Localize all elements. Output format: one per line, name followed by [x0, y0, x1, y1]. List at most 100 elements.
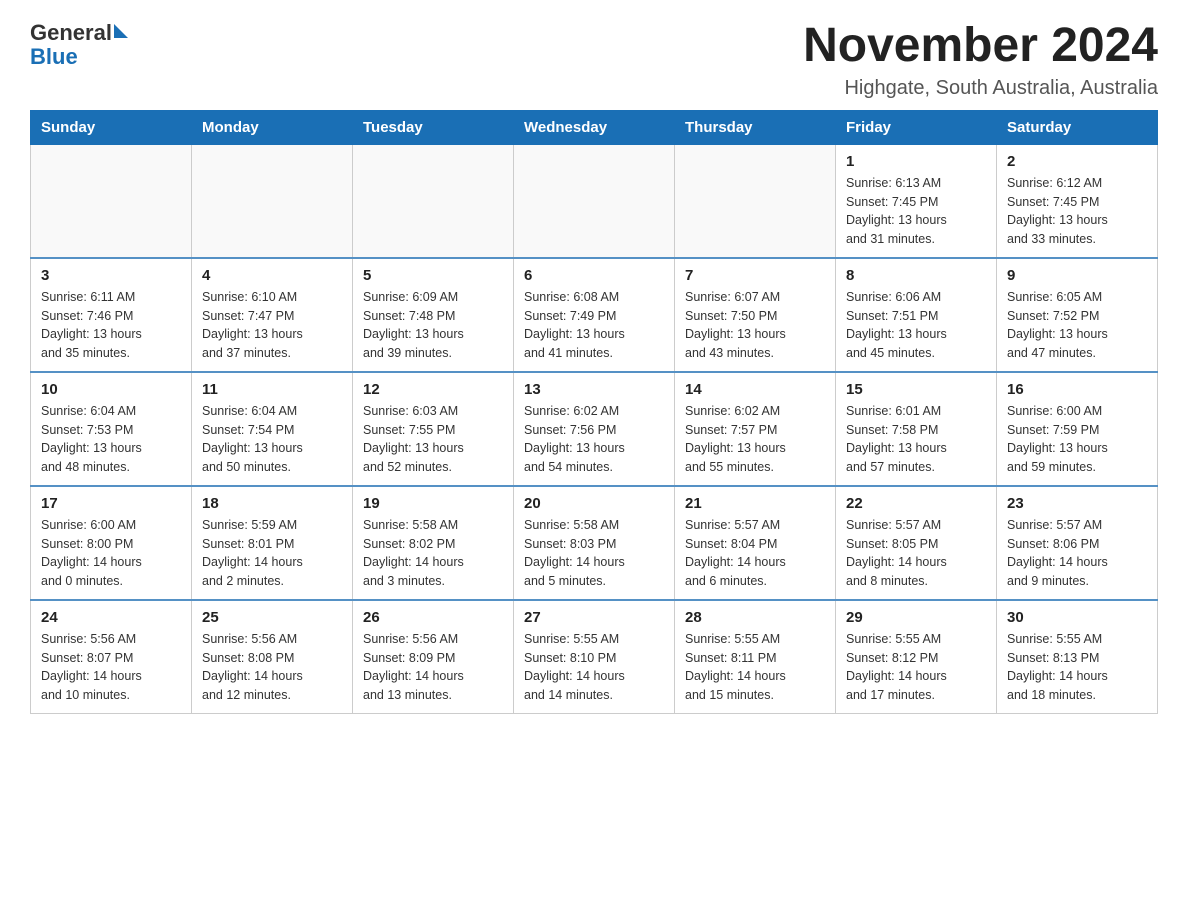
day-number: 7: [685, 267, 825, 284]
day-info: Sunrise: 5:56 AM Sunset: 8:09 PM Dayligh…: [363, 630, 503, 705]
calendar-cell: 18 Sunrise: 5:59 AM Sunset: 8:01 PM Dayli…: [192, 486, 353, 600]
day-number: 11: [202, 381, 342, 398]
day-info: Sunrise: 5:57 AM Sunset: 8:06 PM Dayligh…: [1007, 516, 1147, 591]
header-saturday: Saturday: [997, 110, 1158, 144]
calendar-cell: [514, 144, 675, 258]
calendar-cell: 7 Sunrise: 6:07 AM Sunset: 7:50 PM Daylig…: [675, 258, 836, 372]
calendar-subtitle: Highgate, South Australia, Australia: [803, 77, 1158, 100]
day-info: Sunrise: 6:00 AM Sunset: 7:59 PM Dayligh…: [1007, 402, 1147, 477]
week-row-4: 24Sunrise: 5:56 AM Sunset: 8:07 PM Dayli…: [31, 600, 1158, 714]
week-row-0: 1 Sunrise: 6:13 AM Sunset: 7:45 PM Daylig…: [31, 144, 1158, 258]
calendar-cell: 8 Sunrise: 6:06 AM Sunset: 7:51 PM Daylig…: [836, 258, 997, 372]
day-info: Sunrise: 5:59 AM Sunset: 8:01 PM Dayligh…: [202, 516, 342, 591]
day-number: 8: [846, 267, 986, 284]
page-header: General Blue November 2024 Highgate, Sou…: [30, 20, 1158, 100]
day-number: 6: [524, 267, 664, 284]
day-info: Sunrise: 5:55 AM Sunset: 8:10 PM Dayligh…: [524, 630, 664, 705]
calendar-cell: 25Sunrise: 5:56 AM Sunset: 8:08 PM Dayli…: [192, 600, 353, 714]
day-info: Sunrise: 5:57 AM Sunset: 8:04 PM Dayligh…: [685, 516, 825, 591]
day-info: Sunrise: 6:09 AM Sunset: 7:48 PM Dayligh…: [363, 288, 503, 363]
day-info: Sunrise: 6:02 AM Sunset: 7:56 PM Dayligh…: [524, 402, 664, 477]
day-info: Sunrise: 6:04 AM Sunset: 7:54 PM Dayligh…: [202, 402, 342, 477]
calendar-cell: 17Sunrise: 6:00 AM Sunset: 8:00 PM Dayli…: [31, 486, 192, 600]
day-info: Sunrise: 5:58 AM Sunset: 8:02 PM Dayligh…: [363, 516, 503, 591]
calendar-cell: [675, 144, 836, 258]
day-info: Sunrise: 6:01 AM Sunset: 7:58 PM Dayligh…: [846, 402, 986, 477]
day-number: 2: [1007, 153, 1147, 170]
calendar-cell: 16 Sunrise: 6:00 AM Sunset: 7:59 PM Dayli…: [997, 372, 1158, 486]
calendar-cell: 9 Sunrise: 6:05 AM Sunset: 7:52 PM Daylig…: [997, 258, 1158, 372]
header-friday: Friday: [836, 110, 997, 144]
day-info: Sunrise: 6:05 AM Sunset: 7:52 PM Dayligh…: [1007, 288, 1147, 363]
day-number: 1: [846, 153, 986, 170]
week-row-2: 10 Sunrise: 6:04 AM Sunset: 7:53 PM Dayli…: [31, 372, 1158, 486]
header-tuesday: Tuesday: [353, 110, 514, 144]
week-row-3: 17Sunrise: 6:00 AM Sunset: 8:00 PM Dayli…: [31, 486, 1158, 600]
calendar-cell: 23Sunrise: 5:57 AM Sunset: 8:06 PM Dayli…: [997, 486, 1158, 600]
calendar-cell: 19 Sunrise: 5:58 AM Sunset: 8:02 PM Dayli…: [353, 486, 514, 600]
day-info: Sunrise: 5:58 AM Sunset: 8:03 PM Dayligh…: [524, 516, 664, 591]
calendar-cell: 15 Sunrise: 6:01 AM Sunset: 7:58 PM Dayli…: [836, 372, 997, 486]
day-info: Sunrise: 6:10 AM Sunset: 7:47 PM Dayligh…: [202, 288, 342, 363]
day-number: 22: [846, 495, 986, 512]
day-number: 20: [524, 495, 664, 512]
calendar-cell: 11 Sunrise: 6:04 AM Sunset: 7:54 PM Dayli…: [192, 372, 353, 486]
week-row-1: 3 Sunrise: 6:11 AM Sunset: 7:46 PM Daylig…: [31, 258, 1158, 372]
day-number: 24: [41, 609, 181, 626]
logo-triangle-icon: [114, 24, 128, 38]
day-number: 26: [363, 609, 503, 626]
day-number: 25: [202, 609, 342, 626]
calendar-cell: 27 Sunrise: 5:55 AM Sunset: 8:10 PM Dayli…: [514, 600, 675, 714]
calendar-cell: 12Sunrise: 6:03 AM Sunset: 7:55 PM Dayli…: [353, 372, 514, 486]
calendar-cell: 6 Sunrise: 6:08 AM Sunset: 7:49 PM Daylig…: [514, 258, 675, 372]
calendar-cell: [353, 144, 514, 258]
header-row: SundayMondayTuesdayWednesdayThursdayFrid…: [31, 110, 1158, 144]
calendar-cell: 5 Sunrise: 6:09 AM Sunset: 7:48 PM Daylig…: [353, 258, 514, 372]
day-info: Sunrise: 6:07 AM Sunset: 7:50 PM Dayligh…: [685, 288, 825, 363]
calendar-cell: [192, 144, 353, 258]
day-number: 14: [685, 381, 825, 398]
day-number: 17: [41, 495, 181, 512]
calendar-title: November 2024: [803, 20, 1158, 73]
day-info: Sunrise: 5:55 AM Sunset: 8:13 PM Dayligh…: [1007, 630, 1147, 705]
day-number: 28: [685, 609, 825, 626]
day-info: Sunrise: 6:06 AM Sunset: 7:51 PM Dayligh…: [846, 288, 986, 363]
day-number: 4: [202, 267, 342, 284]
logo: General Blue: [30, 20, 128, 70]
day-number: 3: [41, 267, 181, 284]
day-number: 13: [524, 381, 664, 398]
day-info: Sunrise: 6:11 AM Sunset: 7:46 PM Dayligh…: [41, 288, 181, 363]
calendar-cell: 30Sunrise: 5:55 AM Sunset: 8:13 PM Dayli…: [997, 600, 1158, 714]
calendar-cell: 13 Sunrise: 6:02 AM Sunset: 7:56 PM Dayli…: [514, 372, 675, 486]
day-info: Sunrise: 6:03 AM Sunset: 7:55 PM Dayligh…: [363, 402, 503, 477]
logo-blue-text: Blue: [30, 44, 78, 70]
calendar-cell: 4 Sunrise: 6:10 AM Sunset: 7:47 PM Daylig…: [192, 258, 353, 372]
day-number: 15: [846, 381, 986, 398]
day-number: 5: [363, 267, 503, 284]
day-info: Sunrise: 6:08 AM Sunset: 7:49 PM Dayligh…: [524, 288, 664, 363]
day-number: 9: [1007, 267, 1147, 284]
day-number: 16: [1007, 381, 1147, 398]
day-number: 27: [524, 609, 664, 626]
header-thursday: Thursday: [675, 110, 836, 144]
day-info: Sunrise: 6:12 AM Sunset: 7:45 PM Dayligh…: [1007, 174, 1147, 249]
calendar-cell: 10 Sunrise: 6:04 AM Sunset: 7:53 PM Dayli…: [31, 372, 192, 486]
day-number: 18: [202, 495, 342, 512]
day-number: 19: [363, 495, 503, 512]
day-info: Sunrise: 6:04 AM Sunset: 7:53 PM Dayligh…: [41, 402, 181, 477]
calendar-table: SundayMondayTuesdayWednesdayThursdayFrid…: [30, 110, 1158, 714]
calendar-cell: 22 Sunrise: 5:57 AM Sunset: 8:05 PM Dayli…: [836, 486, 997, 600]
day-info: Sunrise: 6:13 AM Sunset: 7:45 PM Dayligh…: [846, 174, 986, 249]
calendar-cell: 26 Sunrise: 5:56 AM Sunset: 8:09 PM Dayli…: [353, 600, 514, 714]
day-info: Sunrise: 5:55 AM Sunset: 8:12 PM Dayligh…: [846, 630, 986, 705]
day-number: 10: [41, 381, 181, 398]
day-number: 29: [846, 609, 986, 626]
logo-general-text: General: [30, 20, 112, 46]
day-info: Sunrise: 6:02 AM Sunset: 7:57 PM Dayligh…: [685, 402, 825, 477]
day-info: Sunrise: 5:57 AM Sunset: 8:05 PM Dayligh…: [846, 516, 986, 591]
calendar-cell: 14 Sunrise: 6:02 AM Sunset: 7:57 PM Dayli…: [675, 372, 836, 486]
calendar-cell: 24Sunrise: 5:56 AM Sunset: 8:07 PM Dayli…: [31, 600, 192, 714]
header-wednesday: Wednesday: [514, 110, 675, 144]
header-sunday: Sunday: [31, 110, 192, 144]
day-number: 21: [685, 495, 825, 512]
